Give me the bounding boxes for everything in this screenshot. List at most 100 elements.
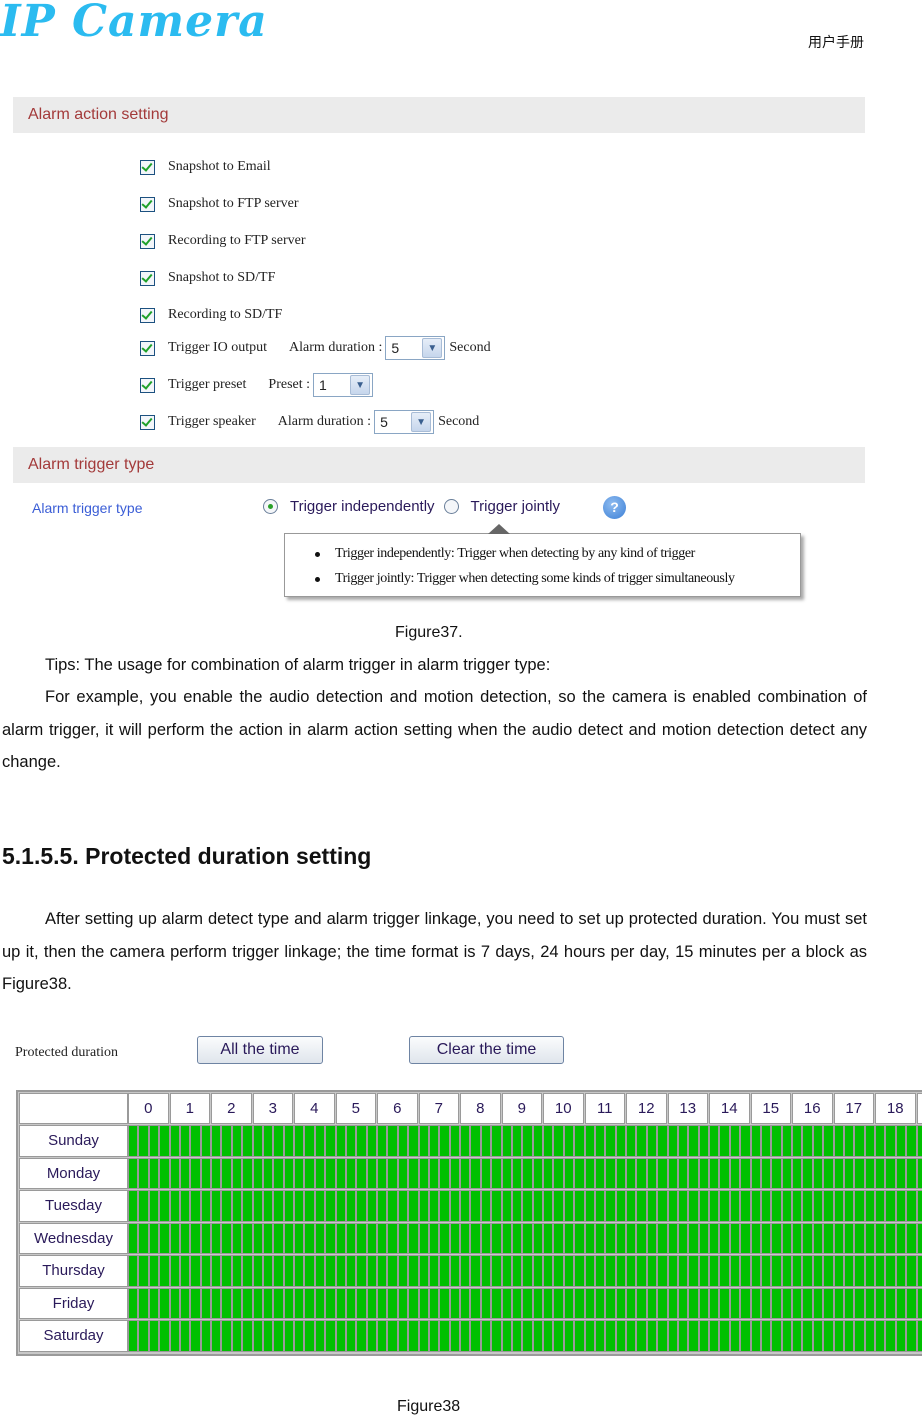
time-block[interactable]: [781, 1125, 792, 1157]
time-block[interactable]: [522, 1190, 533, 1222]
time-block[interactable]: [594, 1255, 606, 1287]
time-block[interactable]: [345, 1222, 357, 1254]
time-block[interactable]: [491, 1157, 502, 1189]
time-block[interactable]: [169, 1222, 180, 1254]
time-block[interactable]: [875, 1222, 886, 1254]
time-block[interactable]: [895, 1222, 907, 1254]
time-block[interactable]: [657, 1287, 668, 1319]
time-block[interactable]: [833, 1320, 844, 1352]
time-block[interactable]: [532, 1190, 543, 1222]
time-block[interactable]: [823, 1222, 834, 1254]
time-block[interactable]: [574, 1190, 585, 1222]
time-block[interactable]: [750, 1222, 761, 1254]
time-block[interactable]: [345, 1320, 357, 1352]
time-block[interactable]: [366, 1287, 377, 1319]
time-block[interactable]: [169, 1157, 180, 1189]
time-block[interactable]: [698, 1125, 709, 1157]
trigger-preset-option[interactable]: Trigger preset Preset : 1 ▼: [140, 373, 377, 397]
time-block[interactable]: [688, 1125, 699, 1157]
time-block[interactable]: [532, 1255, 543, 1287]
time-block[interactable]: [480, 1287, 492, 1319]
time-block[interactable]: [397, 1287, 409, 1319]
time-block[interactable]: [812, 1287, 824, 1319]
time-block[interactable]: [460, 1320, 471, 1352]
time-block[interactable]: [854, 1125, 865, 1157]
time-block[interactable]: [646, 1287, 658, 1319]
time-block[interactable]: [304, 1190, 315, 1222]
time-block[interactable]: [273, 1255, 284, 1287]
time-block[interactable]: [543, 1222, 554, 1254]
chevron-down-icon[interactable]: ▼: [422, 338, 443, 358]
time-block[interactable]: [615, 1125, 626, 1157]
time-block[interactable]: [511, 1190, 523, 1222]
time-block[interactable]: [470, 1125, 481, 1157]
time-block[interactable]: [719, 1222, 730, 1254]
time-block[interactable]: [252, 1287, 263, 1319]
time-block[interactable]: [792, 1255, 803, 1287]
time-block[interactable]: [200, 1157, 211, 1189]
time-block[interactable]: [553, 1190, 564, 1222]
time-block[interactable]: [470, 1190, 481, 1222]
time-block[interactable]: [636, 1190, 647, 1222]
time-block[interactable]: [491, 1287, 502, 1319]
time-block[interactable]: [709, 1157, 720, 1189]
time-block[interactable]: [128, 1320, 139, 1352]
time-block[interactable]: [709, 1255, 720, 1287]
time-block[interactable]: [138, 1320, 149, 1352]
time-block[interactable]: [460, 1222, 471, 1254]
time-block[interactable]: [491, 1222, 502, 1254]
time-block[interactable]: [677, 1320, 689, 1352]
time-block[interactable]: [304, 1125, 315, 1157]
time-block[interactable]: [864, 1125, 875, 1157]
time-block[interactable]: [335, 1255, 346, 1287]
time-block[interactable]: [294, 1320, 305, 1352]
time-block[interactable]: [169, 1320, 180, 1352]
time-block[interactable]: [802, 1320, 813, 1352]
time-block[interactable]: [584, 1157, 595, 1189]
time-block[interactable]: [262, 1320, 274, 1352]
time-block[interactable]: [221, 1222, 232, 1254]
time-block[interactable]: [646, 1190, 658, 1222]
time-block[interactable]: [138, 1222, 149, 1254]
radio-trigger-jointly[interactable]: [443, 499, 459, 514]
time-block[interactable]: [190, 1125, 201, 1157]
time-block[interactable]: [460, 1125, 471, 1157]
time-block[interactable]: [605, 1320, 616, 1352]
radio-trigger-independently[interactable]: [263, 499, 278, 514]
time-block[interactable]: [511, 1222, 523, 1254]
time-block[interactable]: [543, 1255, 554, 1287]
time-block[interactable]: [211, 1125, 222, 1157]
time-block[interactable]: [729, 1157, 741, 1189]
time-block[interactable]: [273, 1287, 284, 1319]
time-block[interactable]: [781, 1255, 792, 1287]
time-block[interactable]: [283, 1125, 294, 1157]
time-block[interactable]: [325, 1287, 336, 1319]
time-block[interactable]: [242, 1222, 253, 1254]
time-block[interactable]: [781, 1222, 792, 1254]
time-block[interactable]: [190, 1190, 201, 1222]
time-block[interactable]: [408, 1157, 419, 1189]
time-block[interactable]: [128, 1190, 139, 1222]
time-block[interactable]: [294, 1287, 305, 1319]
time-block[interactable]: [584, 1190, 595, 1222]
time-block[interactable]: [729, 1190, 741, 1222]
time-block[interactable]: [501, 1125, 512, 1157]
time-block[interactable]: [812, 1222, 824, 1254]
time-block[interactable]: [408, 1287, 419, 1319]
time-block[interactable]: [895, 1287, 907, 1319]
time-block[interactable]: [605, 1125, 616, 1157]
time-block[interactable]: [615, 1287, 626, 1319]
time-block[interactable]: [563, 1287, 575, 1319]
time-block[interactable]: [242, 1157, 253, 1189]
time-block[interactable]: [916, 1287, 922, 1319]
time-block[interactable]: [148, 1222, 160, 1254]
time-block[interactable]: [522, 1255, 533, 1287]
time-block[interactable]: [428, 1125, 440, 1157]
checkbox-checked-icon[interactable]: [140, 270, 155, 286]
time-block[interactable]: [719, 1190, 730, 1222]
time-block[interactable]: [781, 1157, 792, 1189]
time-block[interactable]: [304, 1222, 315, 1254]
time-block[interactable]: [221, 1287, 232, 1319]
time-block[interactable]: [626, 1222, 637, 1254]
time-block[interactable]: [626, 1320, 637, 1352]
